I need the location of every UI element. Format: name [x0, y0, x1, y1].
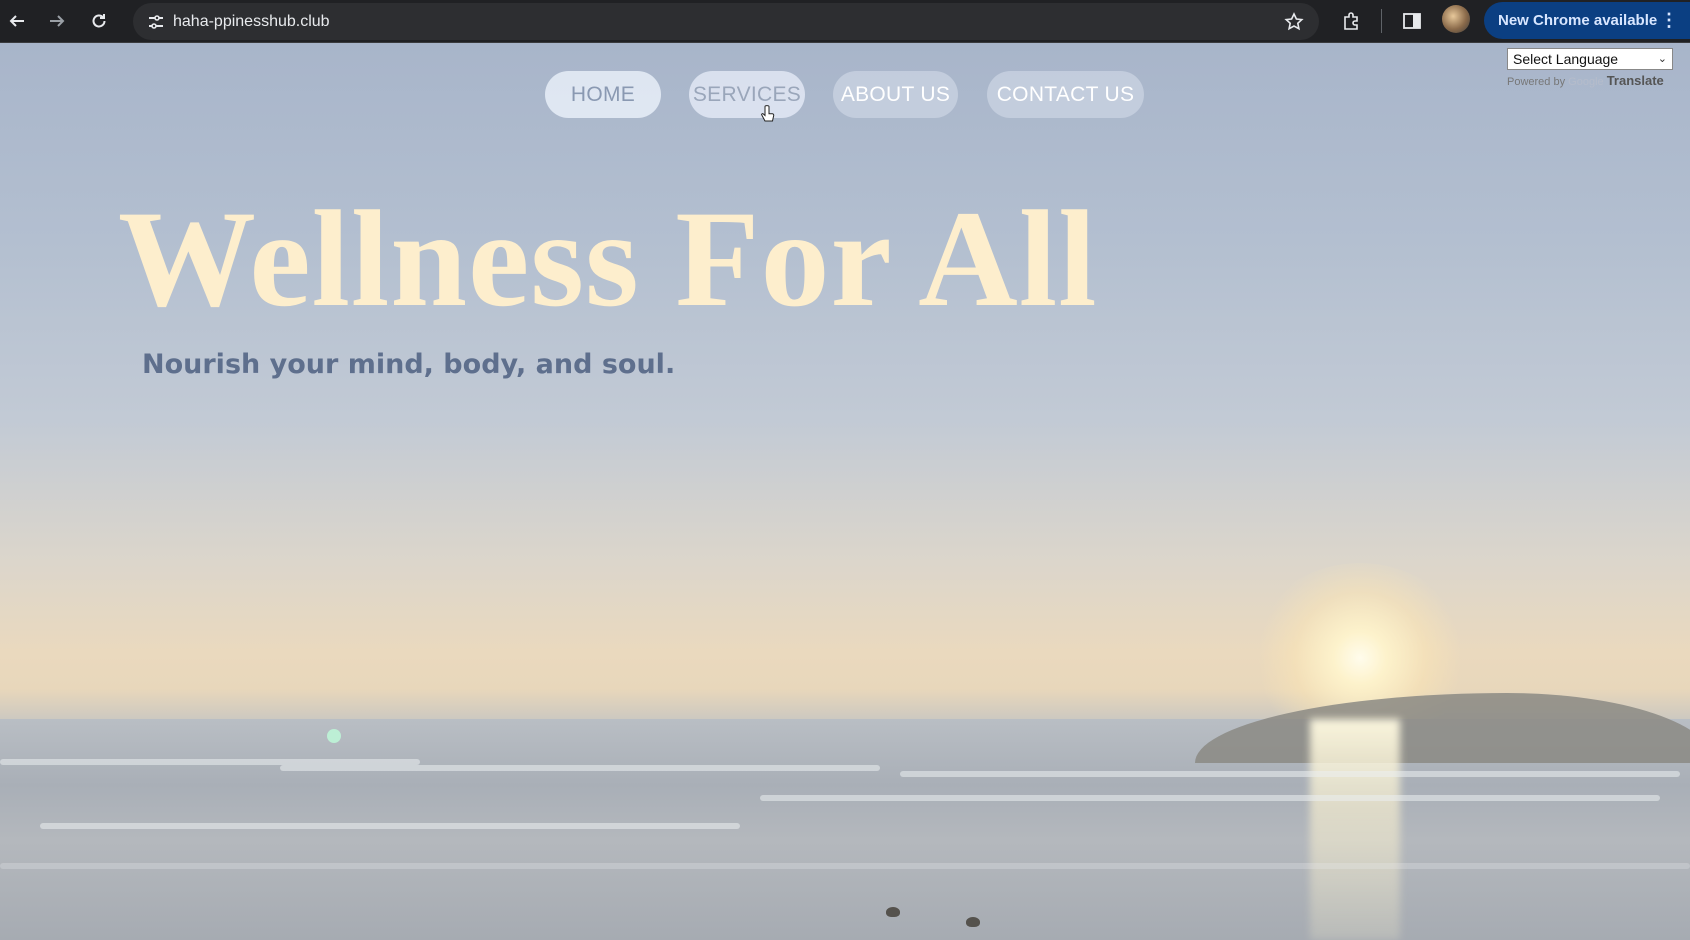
wave-line [900, 771, 1680, 777]
reload-icon[interactable] [84, 6, 114, 36]
powered-by-google: Powered by Google Translate [1507, 73, 1687, 88]
nav-services-button[interactable]: SERVICES [689, 71, 805, 118]
nav-about-us-button[interactable]: ABOUT US [833, 71, 958, 118]
wave-line [40, 823, 740, 829]
update-label: New Chrome available [1498, 12, 1658, 29]
kebab-menu-icon[interactable]: ⋮ [1660, 2, 1678, 39]
url-text[interactable]: haha-ppinesshub.club [173, 3, 330, 40]
google-logo: Google [1568, 76, 1604, 88]
forward-arrow-icon[interactable] [42, 6, 72, 36]
address-bar[interactable]: haha-ppinesshub.club [133, 3, 1319, 40]
side-panel-icon[interactable] [1397, 6, 1427, 36]
google-translate-widget: Select Language ⌄ Powered by Google Tran… [1507, 48, 1687, 88]
browser-toolbar: haha-ppinesshub.club New Chrome availabl… [0, 0, 1690, 43]
nav-home-button[interactable]: HOME [545, 71, 661, 118]
toolbar-divider [1381, 9, 1382, 33]
new-chrome-available-button[interactable]: New Chrome available ⋮ [1484, 2, 1690, 39]
hero-title: Wellness For All [118, 182, 1098, 335]
language-select-value: Select Language [1513, 51, 1619, 67]
tune-icon[interactable] [141, 7, 171, 37]
language-select[interactable]: Select Language ⌄ [1507, 48, 1673, 70]
wave-line [280, 765, 880, 771]
avatar[interactable] [1442, 5, 1470, 33]
bird-image [886, 907, 900, 917]
web-page: HOME SERVICES ABOUT US CONTACT US Wellne… [0, 43, 1690, 940]
lens-flare-dot [327, 729, 341, 743]
bird-image [966, 917, 980, 927]
chevron-down-icon: ⌄ [1657, 53, 1667, 65]
star-icon[interactable] [1279, 7, 1309, 37]
back-arrow-icon[interactable] [2, 6, 32, 36]
powered-by-text: Powered by [1507, 76, 1566, 88]
wave-line [0, 863, 1690, 869]
translate-link[interactable]: Translate [1607, 73, 1664, 88]
hand-pointer-cursor [761, 105, 775, 122]
wave-line [760, 795, 1660, 801]
puzzle-icon[interactable] [1336, 6, 1366, 36]
hero-subtitle: Nourish your mind, body, and soul. [142, 349, 676, 380]
nav-contact-us-button[interactable]: CONTACT US [987, 71, 1144, 118]
sun-reflection-image [1310, 719, 1400, 940]
